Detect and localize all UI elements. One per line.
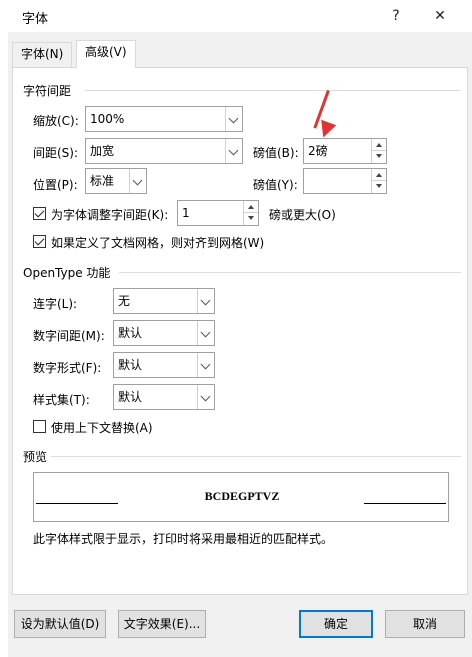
- caret-up-icon: [248, 205, 254, 209]
- tab-advanced[interactable]: 高级(V): [76, 40, 136, 68]
- position-combo[interactable]: 标准: [85, 168, 147, 194]
- caret-down-icon: [376, 184, 382, 188]
- scale-value: 100%: [90, 112, 125, 126]
- position-by-label: 磅值(Y):: [253, 178, 298, 192]
- chevron-down-icon: [200, 359, 211, 370]
- divider: [51, 456, 461, 457]
- chevron-down-icon: [200, 295, 211, 306]
- title-bar: 字体 ? ✕: [8, 0, 472, 32]
- spacing-by-label: 磅值(B):: [253, 146, 299, 160]
- number-forms-dropdown-button[interactable]: [197, 353, 214, 377]
- number-spacing-dropdown-button[interactable]: [197, 321, 214, 345]
- scale-label: 缩放(C):: [33, 114, 79, 128]
- contextual-alternates-checkbox[interactable]: [33, 420, 46, 433]
- kerning-spin: [243, 201, 258, 225]
- caret-up-icon: [376, 143, 382, 147]
- position-value: 标准: [90, 174, 115, 188]
- chevron-down-icon: [228, 145, 239, 156]
- caret-down-icon: [248, 216, 254, 220]
- ligatures-label: 连字(L):: [33, 297, 78, 311]
- ligatures-combo[interactable]: 无: [113, 288, 215, 314]
- caret-down-icon: [376, 154, 382, 158]
- spacing-section-title: 字符间距: [23, 84, 72, 98]
- scale-dropdown-button[interactable]: [225, 107, 242, 131]
- contextual-alternates-label[interactable]: 使用上下文替换(A): [51, 419, 153, 436]
- number-forms-label: 数字形式(F):: [33, 361, 102, 375]
- stylistic-sets-value: 默认: [118, 390, 143, 404]
- number-spacing-value: 默认: [118, 326, 143, 340]
- set-default-button[interactable]: 设为默认值(D): [14, 610, 106, 638]
- chevron-down-icon: [132, 175, 143, 186]
- stylistic-sets-label: 样式集(T):: [33, 393, 90, 407]
- number-spacing-label: 数字间距(M):: [33, 329, 105, 343]
- spin-up-button[interactable]: [372, 169, 386, 181]
- preview-baseline-right: [364, 503, 446, 504]
- chevron-down-icon: [200, 391, 211, 402]
- kerning-label: 为字体调整字间距(K):: [51, 208, 169, 222]
- preview-note: 此字体样式限于显示，打印时将采用最相近的匹配样式。: [33, 532, 334, 546]
- snap-to-grid-label[interactable]: 如果定义了文档网格，则对齐到网格(W): [51, 234, 264, 251]
- ligatures-dropdown-button[interactable]: [197, 289, 214, 313]
- spacing-label: 间距(S):: [33, 146, 79, 160]
- preview-section-title: 预览: [23, 450, 48, 464]
- spin-down-button[interactable]: [372, 181, 386, 193]
- chevron-down-icon: [228, 113, 239, 124]
- chevron-down-icon: [200, 327, 211, 338]
- help-button[interactable]: ?: [374, 0, 418, 32]
- ok-button[interactable]: 确定: [299, 610, 373, 638]
- spacing-combo[interactable]: 加宽: [85, 138, 243, 164]
- opentype-section-title: OpenType 功能: [23, 266, 111, 280]
- number-forms-combo[interactable]: 默认: [113, 352, 215, 378]
- ligatures-value: 无: [118, 294, 131, 308]
- number-spacing-combo[interactable]: 默认: [113, 320, 215, 346]
- spin-down-button[interactable]: [372, 151, 386, 163]
- divider: [119, 272, 461, 273]
- stylistic-sets-combo[interactable]: 默认: [113, 384, 215, 410]
- spin-up-button[interactable]: [244, 201, 258, 213]
- spin-up-button[interactable]: [372, 139, 386, 151]
- dialog-title: 字体: [22, 12, 49, 27]
- stylistic-sets-dropdown-button[interactable]: [197, 385, 214, 409]
- advanced-panel: 字符间距 缩放(C): 100% 间距(S): 加宽 磅值(B): 2磅 位置(…: [12, 67, 468, 595]
- number-forms-value: 默认: [118, 358, 143, 372]
- kerning-value: 1: [182, 206, 190, 220]
- position-label: 位置(P):: [33, 178, 78, 192]
- font-dialog: 字体 ? ✕ 字体(N) 高级(V) 字符间距 缩放(C): 100% 间距(S…: [8, 0, 472, 657]
- spacing-value: 加宽: [90, 144, 115, 158]
- tab-font[interactable]: 字体(N): [12, 42, 73, 67]
- spin-down-button[interactable]: [244, 213, 258, 225]
- kerning-suffix: 磅或更大(O): [269, 208, 336, 222]
- position-by-spin: [371, 169, 386, 193]
- position-by-spinner[interactable]: [303, 168, 387, 194]
- preview-box: BCDEGPTVZ: [33, 472, 449, 522]
- kerning-checkbox[interactable]: [33, 207, 46, 220]
- text-effects-button[interactable]: 文字效果(E)...: [118, 610, 206, 638]
- preview-sample-text: BCDEGPTVZ: [204, 489, 280, 503]
- position-dropdown-button[interactable]: [129, 169, 146, 193]
- spacing-dropdown-button[interactable]: [225, 139, 242, 163]
- divider: [85, 90, 461, 91]
- close-button[interactable]: ✕: [418, 0, 462, 32]
- cancel-button[interactable]: 取消: [385, 610, 465, 638]
- spacing-by-spin: [371, 139, 386, 163]
- caret-up-icon: [376, 173, 382, 177]
- snap-to-grid-checkbox[interactable]: [33, 235, 46, 248]
- spacing-by-spinner[interactable]: 2磅: [303, 138, 387, 164]
- spacing-by-value: 2磅: [308, 144, 328, 158]
- kerning-spinner[interactable]: 1: [177, 200, 259, 226]
- scale-combo[interactable]: 100%: [85, 106, 243, 132]
